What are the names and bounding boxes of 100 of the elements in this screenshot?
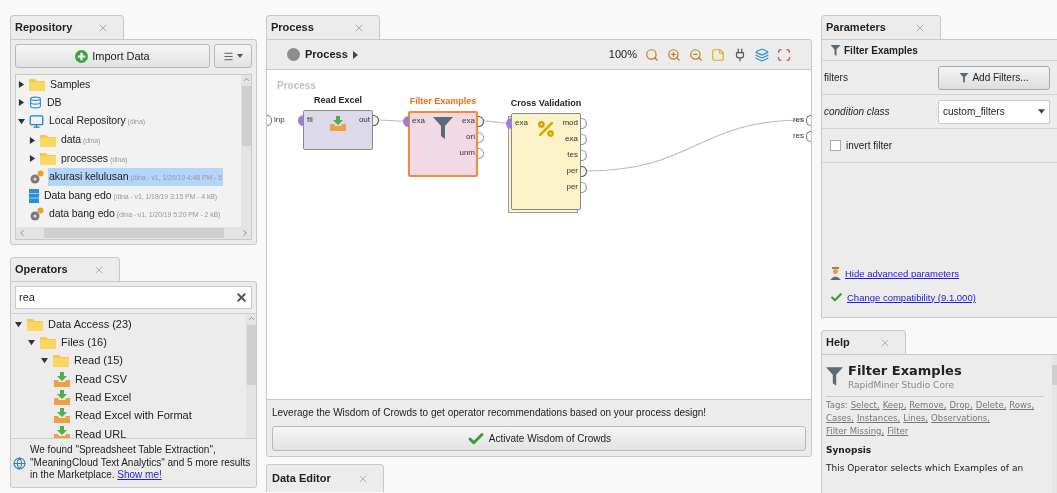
caret-icon xyxy=(237,54,243,58)
clear-icon[interactable] xyxy=(235,291,248,304)
connection-line[interactable] xyxy=(378,119,403,122)
add-filters-button[interactable]: Add Filters... xyxy=(938,65,1050,90)
expanded-arrow-icon[interactable] xyxy=(41,357,48,365)
connection-line[interactable] xyxy=(483,120,506,124)
panel-tab[interactable]: Data Editor xyxy=(266,464,384,492)
operator-entry[interactable]: Read URL xyxy=(75,425,127,438)
panel-tab[interactable]: Parameters xyxy=(821,15,941,39)
add-note-icon[interactable] xyxy=(711,47,725,62)
process-canvas[interactable]: Process inp res res Read Excel fil out Filter Examples exa exa ori unm Cross Validation exa mod exa tes per per xyxy=(267,70,811,400)
funnel-icon xyxy=(433,117,453,139)
operator-entry[interactable]: Read Excel xyxy=(75,389,132,406)
zoom-out-icon[interactable] xyxy=(689,47,703,62)
tag-link[interactable]: Filter xyxy=(887,424,909,438)
parameter-label: condition class xyxy=(824,105,891,119)
folder-icon xyxy=(53,354,69,368)
port-label: out xyxy=(358,114,370,126)
operator-entry[interactable]: Read CSV xyxy=(75,370,127,388)
breadcrumb[interactable]: Process xyxy=(305,46,348,63)
expanded-arrow-icon[interactable] xyxy=(15,320,22,328)
operator-title: Cross Validation xyxy=(510,97,582,110)
up-level-icon[interactable] xyxy=(287,48,300,61)
port-label: tes xyxy=(567,149,578,161)
dropdown-caret-icon xyxy=(1038,109,1045,114)
tag-link[interactable]: Drop, xyxy=(949,398,973,412)
zoom-in-icon[interactable] xyxy=(667,47,681,62)
search-input[interactable]: rea xyxy=(19,289,199,306)
port-connector[interactable] xyxy=(506,117,512,129)
port-connector[interactable] xyxy=(298,114,304,126)
gears-icon xyxy=(29,207,44,222)
folder-icon xyxy=(40,152,56,166)
menu-button[interactable] xyxy=(214,44,252,68)
zoom-reset-icon[interactable] xyxy=(645,47,659,62)
import-tray-icon xyxy=(54,371,70,387)
layers-icon[interactable] xyxy=(755,47,769,62)
port-label: unm xyxy=(459,147,475,159)
horizontal-scrollbar[interactable] xyxy=(16,227,251,239)
port-connector[interactable] xyxy=(267,114,272,126)
operator-group[interactable]: Data Access (23) xyxy=(48,315,132,333)
help-title: Filter Examples xyxy=(848,363,962,379)
tag-link[interactable]: Remove, xyxy=(909,398,947,412)
tag-link[interactable]: Observations, xyxy=(931,411,990,425)
condition-class-dropdown[interactable]: custom_filters xyxy=(938,99,1050,124)
tag-link[interactable]: Lines, xyxy=(903,411,929,425)
tag-link[interactable]: Select, xyxy=(850,398,880,412)
tag-link[interactable]: Keep, xyxy=(882,398,907,412)
port-label: res xyxy=(792,114,804,126)
port-connector[interactable] xyxy=(403,115,409,127)
operator-node[interactable] xyxy=(511,113,581,210)
port-connector[interactable] xyxy=(806,114,811,126)
vertical-scrollbar[interactable] xyxy=(246,314,256,438)
operator-entry[interactable]: Read Excel with Format xyxy=(75,407,192,424)
panel-tab[interactable]: Process xyxy=(266,15,380,39)
port-connector[interactable] xyxy=(373,114,379,126)
expanded-arrow-icon[interactable] xyxy=(28,338,35,346)
collapsed-arrow-icon[interactable] xyxy=(18,99,25,107)
port-connector[interactable] xyxy=(581,165,587,177)
parameter-link[interactable]: Hide advanced parameters xyxy=(845,266,960,281)
repository-entry[interactable]: DB xyxy=(46,94,63,112)
port-label: exa xyxy=(515,117,528,129)
tag-link[interactable]: Cases, xyxy=(826,411,854,425)
repository-entry[interactable]: Samples xyxy=(49,75,92,93)
import-tray-icon xyxy=(54,408,70,424)
operator-node[interactable] xyxy=(303,110,373,150)
vertical-scrollbar[interactable] xyxy=(241,75,251,227)
folder-icon xyxy=(40,133,56,147)
panel-tab[interactable]: Repository xyxy=(10,15,124,39)
tag-link[interactable]: Instances, xyxy=(856,411,901,425)
expanded-arrow-icon[interactable] xyxy=(18,118,25,125)
scroll-right-icon[interactable] xyxy=(240,228,250,238)
tag-link[interactable]: Delete, xyxy=(975,398,1007,412)
panel-tab[interactable]: Operators xyxy=(10,257,120,281)
port-label: mod xyxy=(562,117,578,129)
show-me-link[interactable]: Show me! xyxy=(117,469,162,481)
plug-icon[interactable] xyxy=(733,47,747,62)
activate-wisdom-button[interactable]: Activate Wisdom of Crowds xyxy=(272,426,806,451)
port-label: exa xyxy=(565,133,578,145)
collapsed-arrow-icon[interactable] xyxy=(29,136,36,144)
collapsed-arrow-icon[interactable] xyxy=(18,80,25,88)
panel-tab[interactable]: Help xyxy=(821,330,906,354)
parameter-link[interactable]: Change compatibility (9.1.000) xyxy=(847,290,976,305)
scroll-up-icon[interactable] xyxy=(241,75,251,84)
collapsed-arrow-icon[interactable] xyxy=(29,155,36,163)
tag-link[interactable]: Rows, xyxy=(1009,398,1035,412)
gears-icon xyxy=(29,170,44,185)
port-connector[interactable] xyxy=(478,115,484,127)
import-data-button[interactable]: Import Data xyxy=(15,44,210,68)
scroll-left-icon[interactable] xyxy=(17,228,27,238)
checkbox[interactable] xyxy=(830,140,841,151)
operator-group[interactable]: Read (15) xyxy=(74,352,123,369)
tag-link[interactable]: Filter Missing, xyxy=(826,424,885,438)
scroll-up-icon[interactable] xyxy=(246,314,256,323)
breadcrumb-arrow-icon[interactable] xyxy=(352,50,358,59)
port-connector[interactable] xyxy=(806,130,811,142)
monitor-icon xyxy=(29,114,44,129)
operator-node[interactable] xyxy=(408,111,478,177)
operator-group[interactable]: Files (16) xyxy=(61,334,107,351)
search-field[interactable]: rea xyxy=(15,286,252,309)
fit-view-icon[interactable] xyxy=(777,47,791,62)
